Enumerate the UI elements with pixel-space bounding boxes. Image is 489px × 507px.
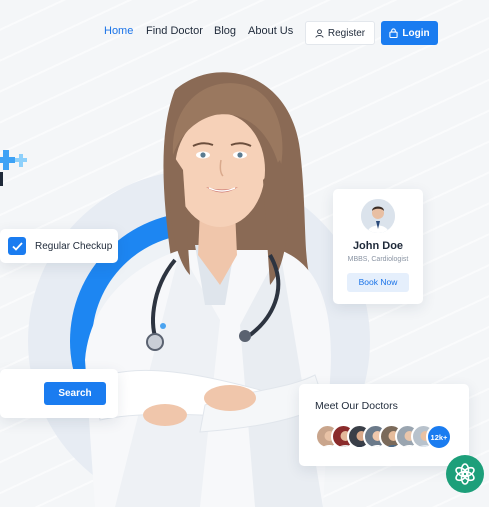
regular-checkup-card: Regular Checkup xyxy=(0,229,118,263)
plus-cross-icon xyxy=(0,150,27,186)
lock-icon xyxy=(389,28,399,38)
register-button[interactable]: Register xyxy=(305,21,375,45)
chat-assistant-icon xyxy=(455,463,475,485)
doctor-name: John Doe xyxy=(352,240,404,252)
doctor-specialty: MBBS, Cardiologist xyxy=(347,256,409,263)
user-icon xyxy=(315,28,324,38)
chat-assistant-button[interactable] xyxy=(446,455,484,493)
check-icon xyxy=(8,237,26,255)
nav-link-blog[interactable]: Blog xyxy=(214,25,236,37)
nav-link-home[interactable]: Home xyxy=(104,25,133,37)
doctor-profile-card: John Doe MBBS, Cardiologist Book Now xyxy=(333,189,423,304)
login-label: Login xyxy=(402,27,430,39)
search-card: Search xyxy=(0,369,118,418)
checkup-label: Regular Checkup xyxy=(35,240,113,252)
meet-doctors-title: Meet Our Doctors xyxy=(315,400,398,412)
search-button[interactable]: Search xyxy=(44,382,106,405)
meet-our-doctors-card: Meet Our Doctors 12k+ xyxy=(299,384,469,466)
top-navigation: Home Find Doctor Blog About Us Register … xyxy=(0,20,489,46)
register-label: Register xyxy=(327,27,366,39)
nav-link-about-us[interactable]: About Us xyxy=(248,25,293,37)
doctor-hero-image xyxy=(85,72,331,507)
nav-link-find-doctor[interactable]: Find Doctor xyxy=(146,25,203,37)
doctor-avatar xyxy=(361,199,395,233)
book-now-button[interactable]: Book Now xyxy=(347,273,409,292)
doctor-count-badge: 12k+ xyxy=(426,424,452,450)
login-button[interactable]: Login xyxy=(381,21,438,45)
